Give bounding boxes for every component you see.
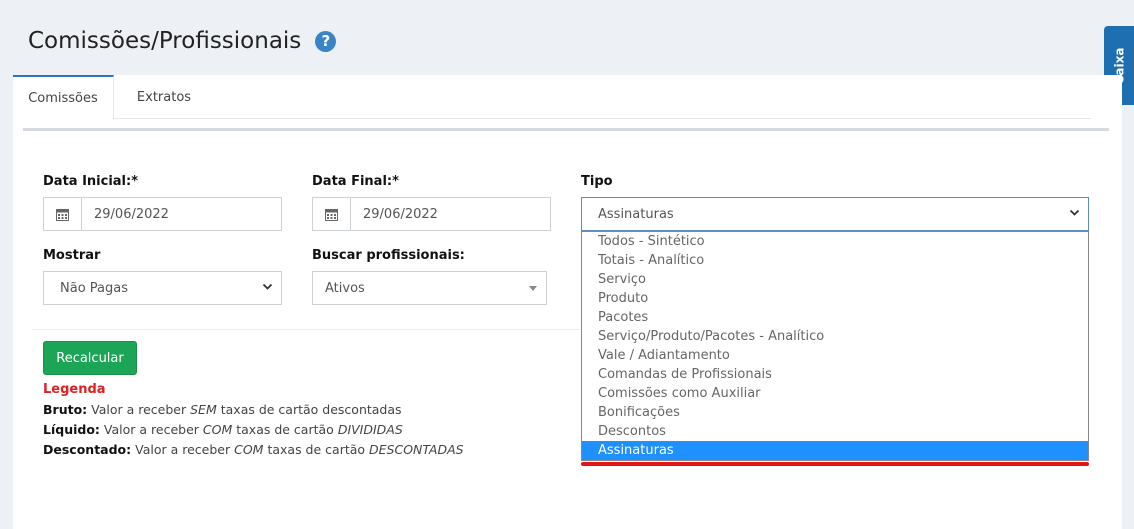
- page-title: Comissões/Profissionais ?: [28, 28, 337, 54]
- legend-descontado-term: Descontado:: [43, 442, 132, 457]
- tipo-option[interactable]: Comandas de Profissionais: [582, 365, 1088, 384]
- legend-liquido: Líquido: Valor a receber COM taxas de ca…: [43, 422, 403, 437]
- legend-liquido-mid: taxas de cartão: [236, 422, 334, 437]
- tipo-label: Tipo: [581, 174, 613, 189]
- data-final-field[interactable]: 29/06/2022: [312, 197, 551, 231]
- tab-extratos-label: Extratos: [136, 89, 192, 105]
- tipo-option[interactable]: Bonificações: [582, 403, 1088, 422]
- tipo-select-value: Assinaturas: [598, 206, 674, 222]
- tab-extratos[interactable]: Extratos: [114, 75, 214, 119]
- legend-bruto-em: SEM: [190, 402, 217, 417]
- recalcular-button[interactable]: Recalcular: [43, 341, 137, 375]
- tipo-option[interactable]: Serviço: [582, 270, 1088, 289]
- tab-content-divider: [23, 128, 1109, 131]
- buscar-select-value: Ativos: [325, 280, 365, 296]
- form-divider: [32, 329, 592, 330]
- calendar-icon[interactable]: [44, 198, 82, 230]
- data-inicial-field[interactable]: 29/06/2022: [43, 197, 282, 231]
- tab-comissoes-label: Comissões: [28, 90, 98, 106]
- calendar-icon[interactable]: [313, 198, 351, 230]
- tipo-option[interactable]: Totais - Analítico: [582, 251, 1088, 270]
- data-inicial-input[interactable]: 29/06/2022: [82, 198, 169, 230]
- tipo-option[interactable]: Vale / Adiantamento: [582, 346, 1088, 365]
- legend-descontado: Descontado: Valor a receber COM taxas de…: [43, 442, 464, 457]
- buscar-profissionais-select[interactable]: Ativos: [312, 271, 547, 305]
- page-title-text: Comissões/Profissionais: [28, 28, 302, 54]
- tipo-option[interactable]: Pacotes: [582, 308, 1088, 327]
- tipo-option[interactable]: Comissões como Auxiliar: [582, 384, 1088, 403]
- legend-bruto-pre: Valor a receber: [91, 402, 187, 417]
- question-circle-icon[interactable]: ?: [315, 30, 337, 52]
- tipo-option[interactable]: Serviço/Produto/Pacotes - Analítico: [582, 327, 1088, 346]
- legend-bruto-term: Bruto:: [43, 402, 88, 417]
- legend-descontado-mid: taxas de cartão: [267, 442, 366, 457]
- tipo-dropdown-list: Todos - Sintético Totais - Analítico Ser…: [581, 231, 1089, 461]
- legend-liquido-term: Líquido:: [43, 422, 100, 437]
- caret-down-icon: [529, 286, 537, 291]
- buscar-profissionais-label: Buscar profissionais:: [312, 248, 465, 263]
- legend-descontado-em: COM: [234, 442, 264, 457]
- tab-comissoes[interactable]: Comissões: [13, 75, 114, 119]
- highlight-underline: [581, 462, 1089, 466]
- mostrar-select-value: Não Pagas: [60, 280, 128, 296]
- legend-liquido-em: COM: [202, 422, 233, 437]
- legend-title: Legenda: [43, 382, 106, 397]
- legend-liquido-em2: DIVIDIDAS: [337, 422, 403, 437]
- legend-descontado-em2: DESCONTADAS: [369, 442, 464, 457]
- chevron-down-icon: [1069, 207, 1080, 221]
- data-final-input[interactable]: 29/06/2022: [351, 198, 438, 230]
- tipo-select[interactable]: Assinaturas: [581, 197, 1089, 231]
- mostrar-select[interactable]: Não Pagas: [43, 271, 282, 305]
- chevron-down-icon: [262, 281, 273, 295]
- tipo-option[interactable]: Descontos: [582, 422, 1088, 441]
- data-final-label: Data Final:*: [312, 174, 399, 189]
- mostrar-label: Mostrar: [43, 248, 101, 263]
- legend-bruto-post: taxas de cartão descontadas: [220, 402, 402, 417]
- tipo-option[interactable]: Todos - Sintético: [582, 232, 1088, 251]
- data-inicial-label: Data Inicial:*: [43, 174, 139, 189]
- tab-bar: Comissões Extratos: [13, 75, 1091, 119]
- legend-bruto: Bruto: Valor a receber SEM taxas de cart…: [43, 402, 402, 417]
- legend-liquido-pre: Valor a receber: [103, 422, 199, 437]
- tipo-option[interactable]: Produto: [582, 289, 1088, 308]
- tipo-option-selected[interactable]: Assinaturas: [582, 441, 1088, 460]
- legend-descontado-pre: Valor a receber: [135, 442, 231, 457]
